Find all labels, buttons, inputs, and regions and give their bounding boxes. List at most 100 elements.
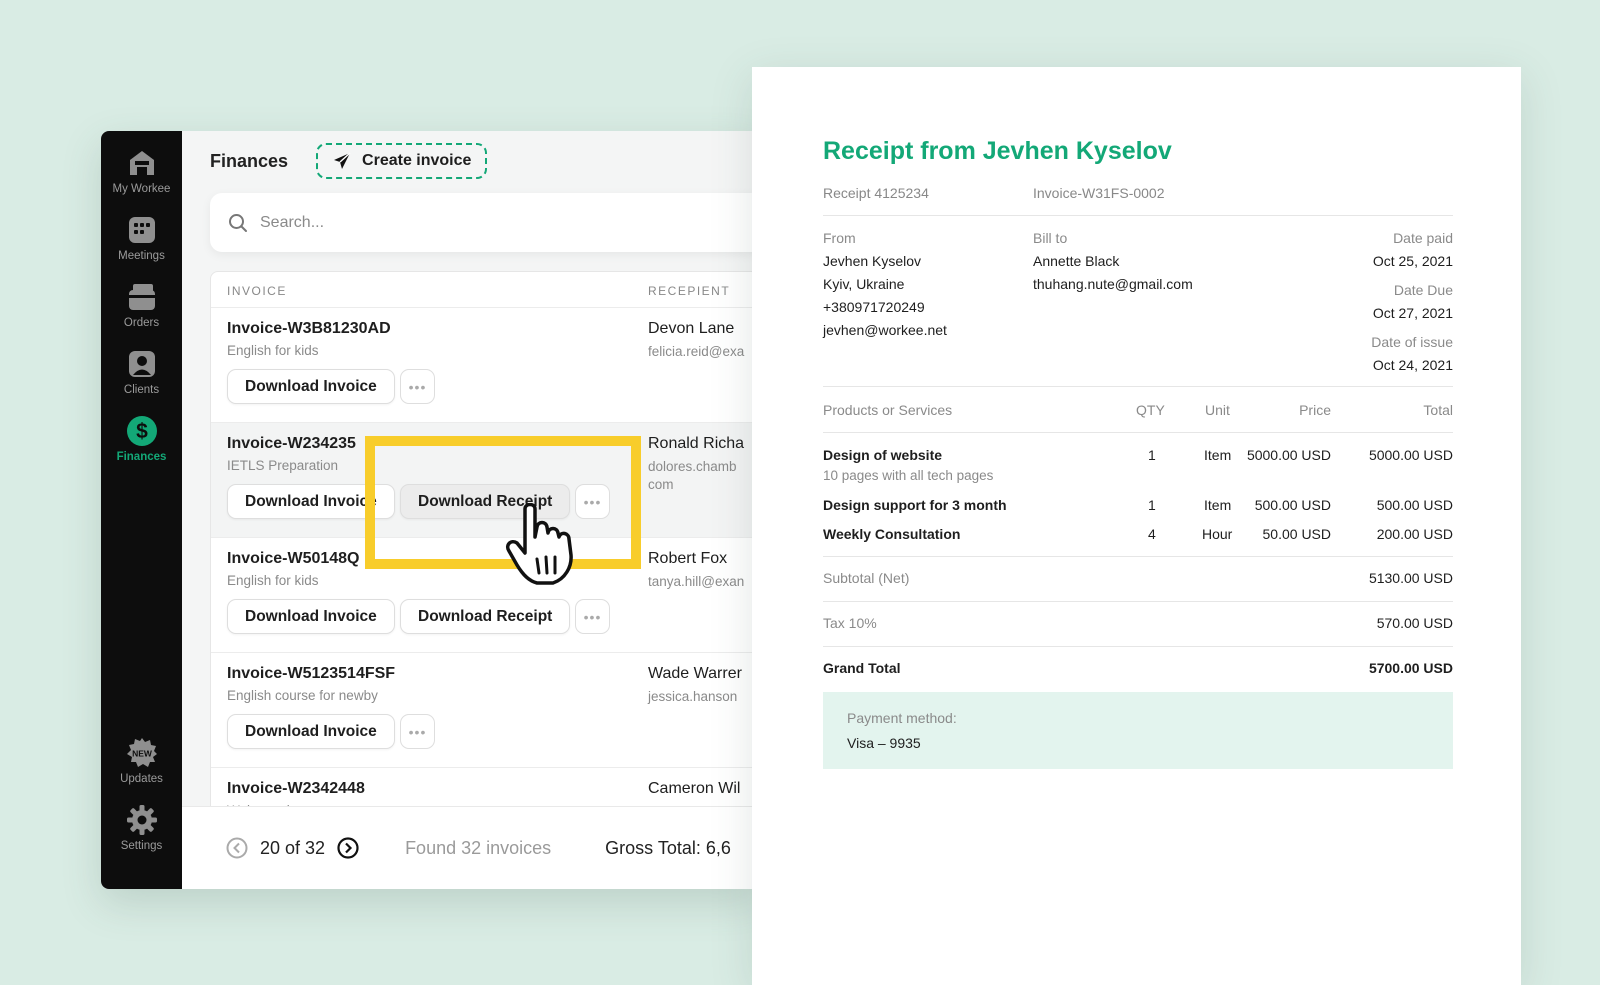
download-invoice-button[interactable]: Download Invoice [227,714,395,749]
home-icon [129,151,154,175]
tax-value: 570.00 USD [1376,615,1453,631]
pagination-label: 20 of 32 [260,837,326,858]
sidebar-item-label: Settings [120,840,163,852]
recipient-name: Wade Warrer [648,665,742,682]
recipient-email: dolores.chamb com [648,459,737,492]
column-header-recepient: RECEPIENT [648,284,731,298]
invoice-number: Invoice-W50148Q [227,550,360,567]
create-invoice-label: Create invoice [362,152,472,169]
svg-text:$: $ [136,420,148,443]
next-page-icon[interactable] [337,837,359,859]
invoice-course: IETLS Preparation [227,458,339,473]
from-email: jevhen@workee.net [823,322,947,338]
recipient-email: felicia.reid@exa [648,344,745,359]
divider [823,556,1453,557]
grand-total-label: Grand Total [823,660,901,676]
more-options-button[interactable]: ••• [575,599,610,634]
invoice-number: Invoice-W3B81230AD [227,320,391,337]
invoice-number: Invoice-W5123514FSF [227,665,396,682]
from-name: Jevhen Kyselov [823,253,922,269]
sidebar-item-updates[interactable]: NEW Updates [101,737,182,801]
divider [823,386,1453,387]
subtotal-value: 5130.00 USD [1368,570,1453,586]
from-label: From [823,230,856,246]
prev-page-icon[interactable] [226,837,248,859]
table-row: Invoice-W5123514FSF English course for n… [211,653,761,768]
line-item-name: Design support for 3 month [823,497,1007,513]
column-header-invoice: INVOICE [227,284,287,298]
line-item-total: 5000.00 USD [1368,447,1453,463]
line-item-qty: 1 [1148,497,1156,513]
column-header-product: Products or Services [823,402,953,418]
calendar-icon [128,217,155,243]
subtotal-label: Subtotal (Net) [823,570,910,586]
date-issue: Oct 24, 2021 [1372,357,1453,373]
line-item-description: 10 pages with all tech pages [823,468,994,483]
line-item-total: 200.00 USD [1376,526,1453,542]
date-paid-label: Date paid [1393,230,1453,246]
found-count: Found 32 invoices [405,837,552,858]
invoice-course: English for kids [227,343,319,358]
column-header-price: Price [1299,402,1331,418]
column-header-qty: QTY [1136,402,1165,418]
download-invoice-button[interactable]: Download Invoice [227,369,395,404]
top-bar: Finances Create invoice [210,141,488,181]
sidebar-item-settings[interactable]: Settings [101,804,182,868]
divider [823,215,1453,216]
recipient-email: jessica.hanson [648,689,738,704]
date-due-label: Date Due [1393,282,1453,298]
search-input[interactable] [260,213,660,232]
send-icon [334,152,351,169]
line-item-qty: 4 [1148,526,1156,542]
more-options-button[interactable]: ••• [400,369,435,404]
hand-pointer-icon [505,503,573,585]
line-item-price: 5000.00 USD [1246,447,1331,463]
sidebar-item-finances[interactable]: $ Finances [101,415,182,479]
table-footer: 20 of 32 Found 32 invoices Gross Total: … [182,806,761,889]
line-item-name: Weekly Consultation [823,526,961,542]
download-receipt-button[interactable]: Download Receipt [400,599,571,634]
search-bar[interactable] [210,193,761,252]
invoice-course: English course for newby [227,688,378,703]
divider [823,646,1453,647]
table-row: Invoice-W2342448 Welcome lesson Cameron … [211,768,761,810]
recipient-name: Ronald Richa [648,435,745,452]
receipt-invoice-number: Invoice-W31FS-0002 [1033,185,1165,201]
date-paid: Oct 25, 2021 [1372,253,1453,269]
sidebar-item-label: Meetings [118,250,165,262]
sidebar-item-my-workee[interactable]: My Workee [101,147,182,211]
invoice-course: English for kids [227,573,319,588]
line-item-name: Design of website [823,447,943,463]
from-phone: +380971720249 [823,299,925,315]
date-due: Oct 27, 2021 [1372,305,1453,321]
invoice-number: Invoice-W234235 [227,435,356,452]
more-options-button[interactable]: ••• [400,714,435,749]
create-invoice-button[interactable]: Create invoice [316,143,488,179]
sidebar-item-orders[interactable]: Orders [101,281,182,345]
recipient-name: Cameron Wil [648,780,741,797]
recipient-name: Robert Fox [648,550,728,567]
client-icon [128,351,155,377]
sidebar-item-label: Updates [120,773,163,785]
table-header: INVOICE RECEPIENT [211,272,761,308]
gear-icon [126,805,157,835]
line-item-total: 500.00 USD [1376,497,1453,513]
divider [823,432,1453,433]
receipt-document: Receipt from Jevhen Kyselov Receipt 4125… [752,67,1521,985]
payment-method-value: Visa – 9935 [847,735,921,751]
sidebar-item-meetings[interactable]: Meetings [101,214,182,278]
sidebar-item-label: Clients [123,384,160,396]
column-header-total: Total [1423,402,1453,418]
orders-icon [128,284,155,310]
payment-method-label: Payment method: [847,710,957,726]
download-invoice-button[interactable]: Download Invoice [227,599,395,634]
line-item-price: 500.00 USD [1254,497,1331,513]
recipient-email: tanya.hill@exan [648,574,745,589]
highlight-frame [365,436,641,569]
sidebar-item-clients[interactable]: Clients [101,348,182,412]
sidebar-item-label: Finances [116,451,167,463]
from-location: Kyiv, Ukraine [823,276,905,292]
receipt-title: Receipt from Jevhen Kyselov [823,137,1172,165]
bill-to-email: thuhang.nute@gmail.com [1033,276,1193,292]
line-item-unit: Item [1204,447,1232,463]
